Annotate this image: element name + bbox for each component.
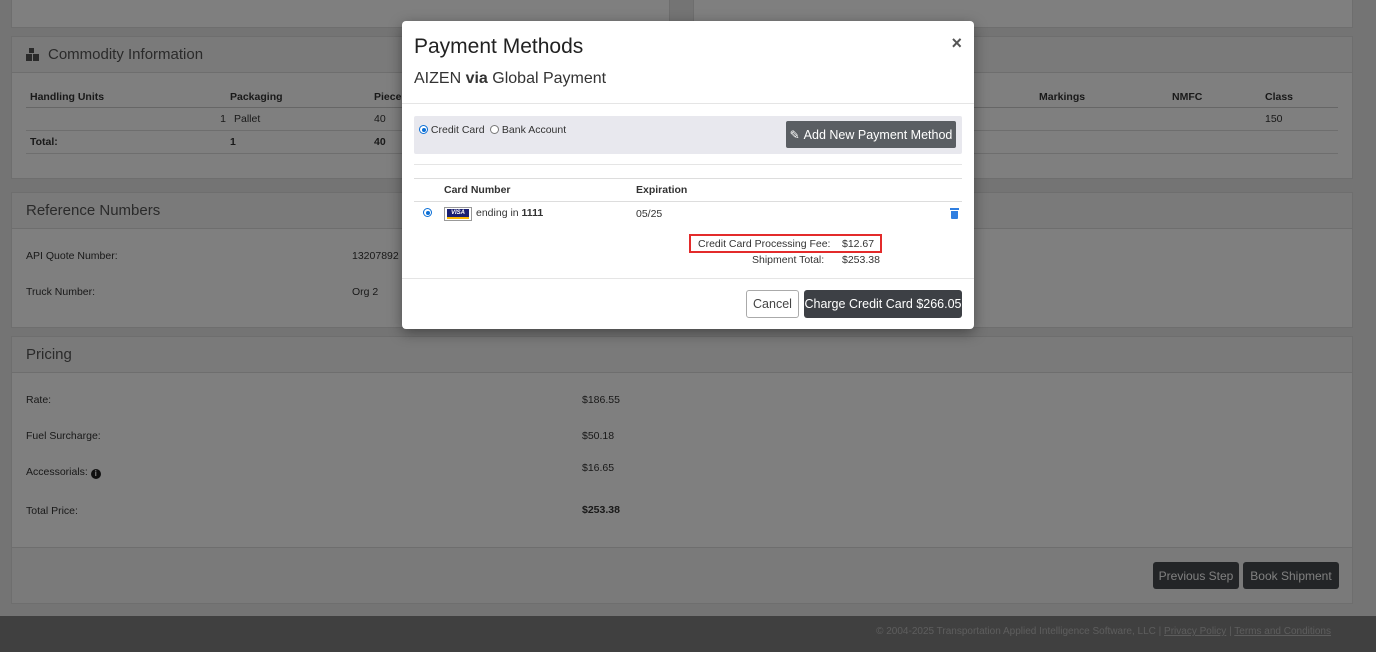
via-text: via — [465, 70, 488, 87]
visa-stripe — [447, 217, 469, 219]
processing-fee-value: $12.67 — [842, 238, 875, 250]
shipment-total-value: $253.38 — [842, 254, 880, 266]
card-last4: 1111 — [521, 207, 544, 219]
shipment-total-label: Shipment Total: — [752, 254, 825, 266]
header-divider — [402, 103, 974, 104]
add-payment-method-label: Add New Payment Method — [803, 127, 953, 142]
payment-provider: Global Payment — [492, 70, 607, 87]
card-expiration: 05/25 — [636, 208, 663, 220]
company-name: AIZEN — [414, 70, 462, 87]
method-divider — [414, 164, 962, 165]
col-expiration: Expiration — [636, 184, 688, 196]
add-payment-method-button[interactable]: ✎ Add New Payment Method — [786, 121, 956, 148]
col-card-number: Card Number — [444, 184, 511, 196]
processing-fee-label: Credit Card Processing Fee: — [698, 238, 831, 250]
credit-card-radio[interactable] — [419, 125, 428, 134]
credit-card-option[interactable]: Credit Card — [419, 124, 485, 136]
card-select-radio[interactable] — [423, 208, 432, 217]
cancel-button[interactable]: Cancel — [746, 290, 799, 318]
bank-account-label: Bank Account — [501, 124, 567, 136]
pencil-icon: ✎ — [789, 127, 800, 142]
ending-in-text: ending in — [476, 207, 519, 219]
footer-divider — [402, 278, 974, 279]
bank-account-option[interactable]: Bank Account — [490, 124, 566, 136]
close-icon[interactable]: × — [951, 33, 962, 54]
card-table-header: Card Number Expiration — [414, 178, 962, 202]
card-ending: ending in 1111 — [476, 207, 543, 219]
bank-account-radio[interactable] — [490, 125, 499, 134]
visa-card-icon: VISA — [444, 207, 472, 221]
charge-credit-card-button[interactable]: Charge Credit Card $266.05 — [804, 290, 962, 318]
modal-title: Payment Methods — [414, 35, 584, 58]
modal-subtitle: AIZEN via Global Payment — [414, 70, 606, 88]
payment-method-bar: Credit Card Bank Account ✎ Add New Payme… — [414, 116, 962, 154]
trash-icon[interactable] — [950, 208, 959, 219]
visa-brand: VISA — [447, 209, 469, 217]
payment-methods-modal: Payment Methods × AIZEN via Global Payme… — [402, 21, 974, 329]
credit-card-label: Credit Card — [430, 124, 485, 136]
